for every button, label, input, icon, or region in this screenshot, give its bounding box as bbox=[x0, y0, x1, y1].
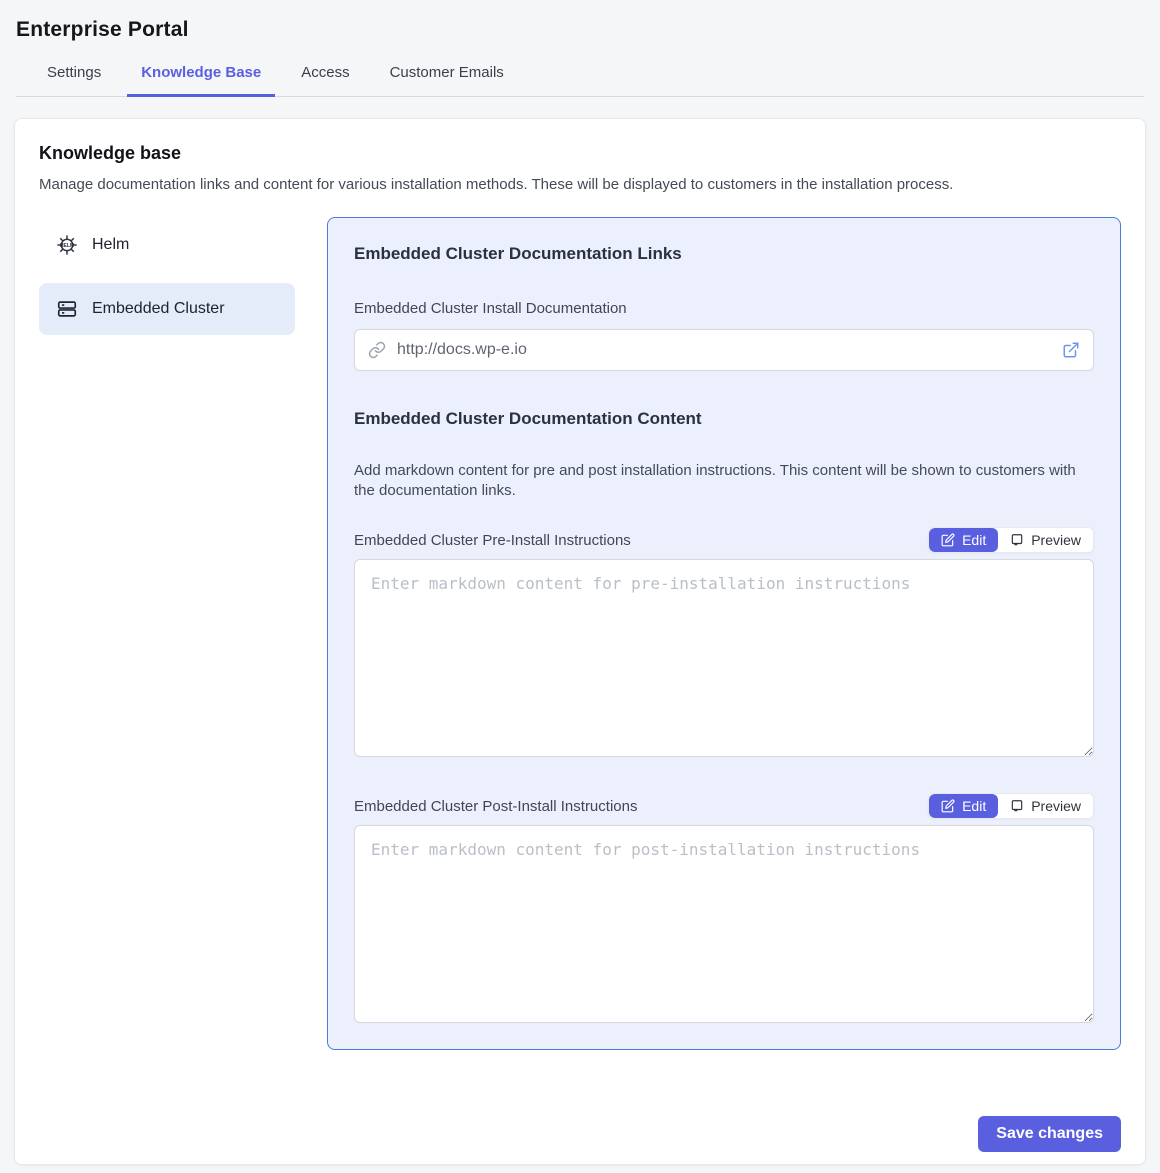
save-changes-button[interactable]: Save changes bbox=[978, 1116, 1121, 1152]
server-stack-icon bbox=[55, 297, 79, 321]
external-link-icon[interactable] bbox=[1062, 341, 1080, 359]
tab-knowledge-base[interactable]: Knowledge Base bbox=[127, 64, 275, 97]
content-section-description: Add markdown content for pre and post in… bbox=[354, 461, 1094, 501]
sidebar-item-label: Helm bbox=[92, 236, 129, 254]
edit-button-label: Edit bbox=[962, 798, 986, 814]
sidebar-item-label: Embedded Cluster bbox=[92, 300, 225, 318]
pre-install-label-row: Embedded Cluster Pre-Install Instruction… bbox=[354, 527, 1094, 553]
tab-customer-emails[interactable]: Customer Emails bbox=[376, 64, 518, 97]
pre-install-edit-button[interactable]: Edit bbox=[929, 528, 998, 552]
post-install-preview-button[interactable]: Preview bbox=[998, 794, 1093, 818]
content-row: HELM Helm Embedded Cluster Embedde bbox=[39, 217, 1121, 1050]
post-install-label: Embedded Cluster Post-Install Instructio… bbox=[354, 798, 637, 815]
tab-settings[interactable]: Settings bbox=[33, 64, 115, 97]
links-section-heading: Embedded Cluster Documentation Links bbox=[354, 244, 1094, 264]
helm-icon: HELM bbox=[55, 233, 79, 257]
card-title: Knowledge base bbox=[39, 143, 1121, 164]
install-doc-url-input[interactable] bbox=[354, 329, 1094, 371]
preview-icon bbox=[1010, 533, 1024, 547]
post-install-textarea[interactable] bbox=[354, 825, 1094, 1023]
sidebar-item-embedded-cluster[interactable]: Embedded Cluster bbox=[39, 283, 295, 335]
edit-button-label: Edit bbox=[962, 532, 986, 548]
link-icon bbox=[368, 341, 386, 359]
pre-install-label: Embedded Cluster Pre-Install Instruction… bbox=[354, 532, 631, 549]
content-section-heading: Embedded Cluster Documentation Content bbox=[354, 409, 1094, 429]
post-install-mode-toggle: Edit Preview bbox=[928, 793, 1094, 819]
post-install-label-row: Embedded Cluster Post-Install Instructio… bbox=[354, 793, 1094, 819]
svg-text:HELM: HELM bbox=[60, 243, 74, 249]
page-header: Enterprise Portal Settings Knowledge Bas… bbox=[0, 0, 1160, 97]
install-method-nav: HELM Helm Embedded Cluster bbox=[39, 219, 295, 347]
tab-bar: Settings Knowledge Base Access Customer … bbox=[16, 64, 1144, 97]
knowledge-base-card: Knowledge base Manage documentation link… bbox=[14, 118, 1146, 1165]
footer-actions: Save changes bbox=[39, 1116, 1121, 1152]
embedded-cluster-panel: Embedded Cluster Documentation Links Emb… bbox=[327, 217, 1121, 1050]
pre-install-preview-button[interactable]: Preview bbox=[998, 528, 1093, 552]
page-title: Enterprise Portal bbox=[16, 18, 1144, 42]
install-doc-label: Embedded Cluster Install Documentation bbox=[354, 300, 1094, 317]
install-doc-field bbox=[354, 329, 1094, 371]
preview-icon bbox=[1010, 799, 1024, 813]
edit-icon bbox=[941, 799, 955, 813]
preview-button-label: Preview bbox=[1031, 798, 1081, 814]
preview-button-label: Preview bbox=[1031, 532, 1081, 548]
pre-install-mode-toggle: Edit Preview bbox=[928, 527, 1094, 553]
post-install-edit-button[interactable]: Edit bbox=[929, 794, 998, 818]
pre-install-textarea[interactable] bbox=[354, 559, 1094, 757]
tab-access[interactable]: Access bbox=[287, 64, 363, 97]
sidebar-item-helm[interactable]: HELM Helm bbox=[39, 219, 295, 271]
card-description: Manage documentation links and content f… bbox=[39, 176, 1121, 193]
edit-icon bbox=[941, 533, 955, 547]
